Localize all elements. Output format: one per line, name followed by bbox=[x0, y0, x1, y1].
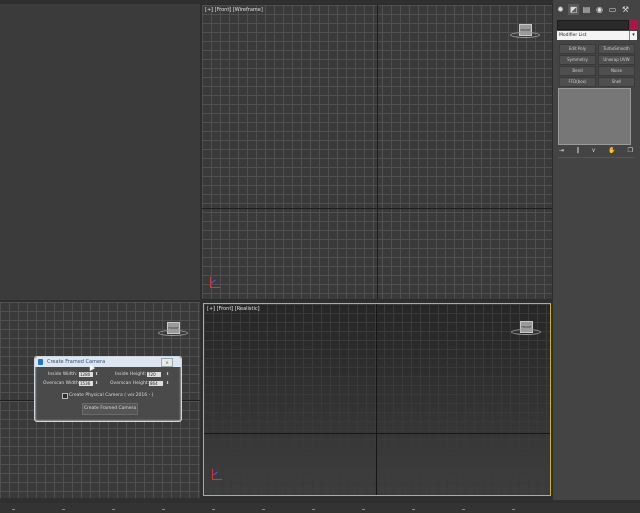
object-name-field[interactable] bbox=[557, 20, 629, 30]
motion-tab-icon[interactable]: ◉ bbox=[594, 4, 605, 15]
spinner-arrows-icon[interactable]: ⬍ bbox=[95, 380, 98, 385]
create-framed-camera-button[interactable]: Create Framed Camera bbox=[82, 403, 138, 415]
physical-camera-label: Create Physical Camera ( ver.2016 - ) bbox=[69, 393, 153, 398]
overscan-height-spinner[interactable]: 864 bbox=[149, 381, 163, 386]
create-tab-icon[interactable]: ✹ bbox=[555, 4, 566, 15]
close-icon[interactable]: ✕ bbox=[161, 358, 173, 367]
dialog-titlebar[interactable]: Create Framed Camera ✕ bbox=[35, 357, 181, 367]
inside-height-spinner[interactable]: 720 bbox=[147, 372, 161, 377]
stack-toolbar: ⇥ ‖ ⋎ ✋ ❐ bbox=[559, 147, 633, 154]
modifier-stack[interactable] bbox=[558, 88, 631, 145]
modifier-button[interactable]: Unwrap UVW bbox=[598, 55, 635, 65]
overscan-width-label: Overscan Width: bbox=[43, 381, 80, 386]
axis-gizmo-icon bbox=[210, 277, 222, 289]
inside-height-label: Inside Height: bbox=[115, 372, 146, 377]
command-panel: ✹ ◩ ▤ ◉ ▭ ⚒ Modifier List ▾ Edit Poly Tu… bbox=[553, 0, 640, 500]
physical-camera-checkbox[interactable] bbox=[62, 393, 68, 399]
viewport-top-left[interactable] bbox=[0, 4, 200, 300]
axis-gizmo-icon bbox=[212, 469, 224, 481]
viewcube[interactable]: FRONT bbox=[510, 22, 540, 42]
object-color-swatch[interactable] bbox=[630, 20, 638, 29]
viewport-label[interactable]: [+] [Front] [Wireframe] bbox=[205, 7, 263, 13]
viewcube[interactable]: FRONT bbox=[511, 319, 541, 339]
viewport-label[interactable]: [+] [Front] [Realistic] bbox=[207, 306, 260, 312]
modifier-button[interactable]: TurboSmooth bbox=[598, 44, 635, 54]
spinner-arrows-icon[interactable]: ⬍ bbox=[166, 380, 169, 385]
pin-stack-icon[interactable]: ⇥ bbox=[559, 147, 564, 154]
viewport-front-realistic[interactable]: [+] [Front] [Realistic] FRONT bbox=[203, 303, 551, 496]
spinner-arrows-icon[interactable]: ⬍ bbox=[166, 371, 169, 376]
modifier-buttons: Edit Poly TurboSmooth Symmetry Unwrap UV… bbox=[559, 44, 635, 87]
dialog-title: Create Framed Camera bbox=[47, 357, 105, 367]
remove-modifier-icon[interactable]: ✋ bbox=[608, 147, 615, 154]
viewcube-ring[interactable] bbox=[510, 32, 540, 38]
grid-axis-horizontal bbox=[204, 433, 550, 434]
hierarchy-tab-icon[interactable]: ▤ bbox=[581, 4, 592, 15]
viewport-front-wireframe[interactable]: [+] [Front] [Wireframe] FRONT bbox=[201, 4, 553, 300]
chevron-down-icon[interactable]: ▾ bbox=[629, 31, 637, 40]
show-end-result-icon[interactable]: ‖ bbox=[576, 147, 579, 154]
overscan-width-spinner[interactable]: 1536 bbox=[79, 381, 93, 386]
overscan-height-label: Overscan Height: bbox=[110, 381, 149, 386]
grid-axis-vertical bbox=[377, 5, 378, 299]
modifier-list-label: Modifier List bbox=[559, 33, 587, 38]
modifier-button[interactable]: Symmetry bbox=[559, 55, 596, 65]
modify-tab-icon[interactable]: ◩ bbox=[568, 4, 579, 15]
spinner-arrows-icon[interactable]: ⬍ bbox=[95, 371, 98, 376]
modifier-button[interactable]: Bend bbox=[559, 66, 596, 76]
command-panel-tabs: ✹ ◩ ▤ ◉ ▭ ⚒ bbox=[555, 4, 638, 16]
maxscript-icon bbox=[38, 359, 43, 365]
divider bbox=[558, 157, 635, 158]
inside-width-spinner[interactable]: 1280 bbox=[79, 372, 93, 377]
viewcube-ring[interactable] bbox=[158, 330, 188, 336]
modifier-list-dropdown[interactable]: Modifier List ▾ bbox=[557, 31, 637, 40]
viewcube-ring[interactable] bbox=[511, 329, 541, 335]
status-bar bbox=[0, 503, 640, 513]
modifier-button[interactable]: Shell bbox=[598, 77, 635, 87]
modifier-button[interactable]: FFD(box) bbox=[559, 77, 596, 87]
grid-axis-vertical bbox=[376, 304, 377, 495]
create-framed-camera-dialog: Create Framed Camera ✕ Inside Width: 128… bbox=[34, 356, 182, 422]
make-unique-icon[interactable]: ⋎ bbox=[591, 147, 595, 154]
modifier-button[interactable]: Edit Poly bbox=[559, 44, 596, 54]
utilities-tab-icon[interactable]: ⚒ bbox=[620, 4, 631, 15]
inside-width-label: Inside Width: bbox=[48, 372, 77, 377]
viewcube[interactable]: FRONT bbox=[158, 320, 188, 340]
configure-modifier-sets-icon[interactable]: ❐ bbox=[628, 147, 633, 154]
display-tab-icon[interactable]: ▭ bbox=[607, 4, 618, 15]
modifier-button[interactable]: Noise bbox=[598, 66, 635, 76]
